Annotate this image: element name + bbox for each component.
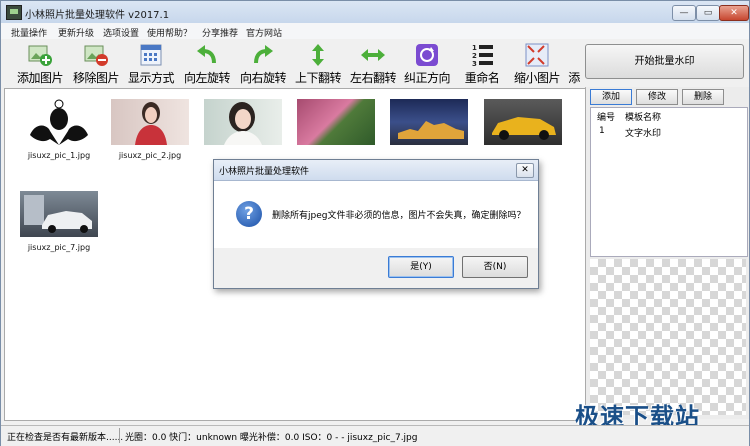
- thumbnail-image-yellow-car: [484, 99, 562, 145]
- display-mode-button[interactable]: 显示方式: [124, 41, 178, 85]
- add-watermark-button[interactable]: 添: [565, 41, 583, 85]
- svg-text:3: 3: [472, 60, 477, 67]
- thumbnail-image-flowers: [297, 99, 375, 145]
- cut-off-icon: [565, 43, 583, 67]
- menu-website[interactable]: 官方网站: [246, 26, 282, 39]
- close-button[interactable]: ✕: [719, 5, 749, 21]
- svg-text:2: 2: [472, 52, 477, 60]
- template-panel: 添加 修改 删除 编号 模板名称 1 文字水印: [585, 87, 749, 419]
- column-header-name: 模板名称: [625, 113, 662, 123]
- column-header-id: 编号: [597, 113, 616, 123]
- status-bar: 正在检查是否有最新版本...... 光圈：0.0 快门：unknown 曝光补偿…: [1, 425, 749, 446]
- status-left: 正在检查是否有最新版本......: [7, 433, 124, 443]
- flip-vertical-button[interactable]: 上下翻转: [291, 41, 345, 85]
- rotate-right-button[interactable]: 向右旋转: [236, 41, 290, 85]
- thumbnail-image-night-city: [390, 99, 468, 145]
- thumbnail-image-portrait-red: [111, 99, 189, 145]
- thumbnail-item[interactable]: [203, 99, 283, 151]
- thumbnail-image-avatar: [20, 99, 98, 145]
- thumbnail-item[interactable]: [296, 99, 376, 151]
- status-right: 光圈：0.0 快门：unknown 曝光补偿：0.0 ISO：0 - - jis…: [125, 433, 418, 443]
- watermark-preview: [590, 259, 746, 415]
- menu-options[interactable]: 选项设置: [103, 26, 139, 39]
- rotate-right-icon: [250, 43, 276, 67]
- thumbnail-item[interactable]: [389, 99, 469, 151]
- template-row[interactable]: 1 文字水印: [591, 124, 747, 139]
- menu-bar: 批量操作 更新升级 选项设置 使用帮助？ 分享推荐 官方网站: [1, 23, 749, 39]
- template-add-button[interactable]: 添加: [590, 89, 632, 105]
- title-bar: 小林照片批量处理软件 v2017.1 — ▭ ✕: [1, 1, 749, 24]
- correct-orientation-button[interactable]: 纠正方向: [401, 41, 453, 85]
- template-edit-button[interactable]: 修改: [636, 89, 678, 105]
- shrink-image-icon: [524, 43, 550, 67]
- remove-image-button[interactable]: 移除图片: [69, 41, 123, 85]
- thumbnail-caption: jisuxz_pic_2.jpg: [118, 151, 182, 160]
- dialog-message: 删除所有jpeg文件非必须的信息，图片不会失真，确定删除吗？: [272, 211, 526, 221]
- app-icon: [6, 5, 22, 20]
- flip-horizontal-icon: [360, 43, 386, 67]
- flip-vertical-icon: [305, 43, 331, 67]
- correct-orientation-icon: [414, 43, 440, 67]
- template-row-id: 1: [599, 126, 605, 136]
- thumbnail-caption: jisuxz_pic_1.jpg: [27, 151, 91, 160]
- yes-button[interactable]: 是(Y): [388, 256, 454, 278]
- template-list-header: 编号 模板名称: [591, 108, 747, 123]
- remove-image-icon: [83, 43, 109, 67]
- thumbnail-image-white-car: [20, 191, 98, 237]
- template-list[interactable]: 编号 模板名称 1 文字水印: [590, 107, 748, 257]
- thumbnail-caption: jisuxz_pic_7.jpg: [27, 243, 91, 252]
- confirm-dialog: 小林照片批量处理软件 ✕ ? 删除所有jpeg文件非必须的信息，图片不会失真，确…: [213, 159, 539, 289]
- menu-batch-ops[interactable]: 批量操作: [11, 26, 47, 39]
- add-image-icon: [27, 43, 53, 67]
- thumbnail-item[interactable]: jisuxz_pic_7.jpg: [19, 191, 99, 252]
- status-divider: [119, 428, 120, 443]
- template-row-name: 文字水印: [625, 129, 662, 139]
- minimize-button[interactable]: —: [672, 5, 696, 21]
- question-icon: ?: [236, 201, 262, 227]
- rotate-left-icon: [194, 43, 220, 67]
- svg-text:1: 1: [472, 44, 477, 52]
- menu-share[interactable]: 分享推荐: [202, 26, 238, 39]
- thumbnail-item[interactable]: jisuxz_pic_2.jpg: [110, 99, 190, 160]
- shrink-image-button[interactable]: 缩小图片: [510, 41, 564, 85]
- dialog-close-button[interactable]: ✕: [516, 163, 534, 178]
- toolbar: 添加图片 移除图片 显示方式 向左旋转 向右旋转 上下翻转 左右翻转 纠正方向 …: [1, 39, 583, 87]
- no-button[interactable]: 否(N): [462, 256, 528, 278]
- thumbnail-item[interactable]: jisuxz_pic_1.jpg: [19, 99, 99, 160]
- start-batch-watermark-button[interactable]: 开始批量水印: [585, 44, 744, 79]
- rotate-left-button[interactable]: 向左旋转: [180, 41, 234, 85]
- rename-button[interactable]: 123 重命名: [459, 41, 505, 85]
- dialog-body: ? 删除所有jpeg文件非必须的信息，图片不会失真，确定删除吗？: [214, 181, 538, 248]
- app-window: 小林照片批量处理软件 v2017.1 — ▭ ✕ 批量操作 更新升级 选项设置 …: [0, 0, 750, 446]
- menu-help[interactable]: 使用帮助？: [147, 26, 192, 39]
- thumbnail-item[interactable]: [483, 99, 563, 151]
- dialog-title-bar: 小林照片批量处理软件 ✕: [214, 160, 538, 181]
- display-mode-icon: [138, 43, 164, 67]
- add-image-button[interactable]: 添加图片: [13, 41, 67, 85]
- dialog-title: 小林照片批量处理软件: [219, 167, 310, 177]
- flip-horizontal-button[interactable]: 左右翻转: [346, 41, 400, 85]
- rename-icon: 123: [469, 43, 495, 68]
- thumbnail-image-portrait-white: [204, 99, 282, 145]
- template-delete-button[interactable]: 删除: [682, 89, 724, 105]
- window-title: 小林照片批量处理软件 v2017.1: [25, 10, 170, 21]
- menu-update[interactable]: 更新升级: [58, 26, 94, 39]
- restore-button[interactable]: ▭: [696, 5, 720, 21]
